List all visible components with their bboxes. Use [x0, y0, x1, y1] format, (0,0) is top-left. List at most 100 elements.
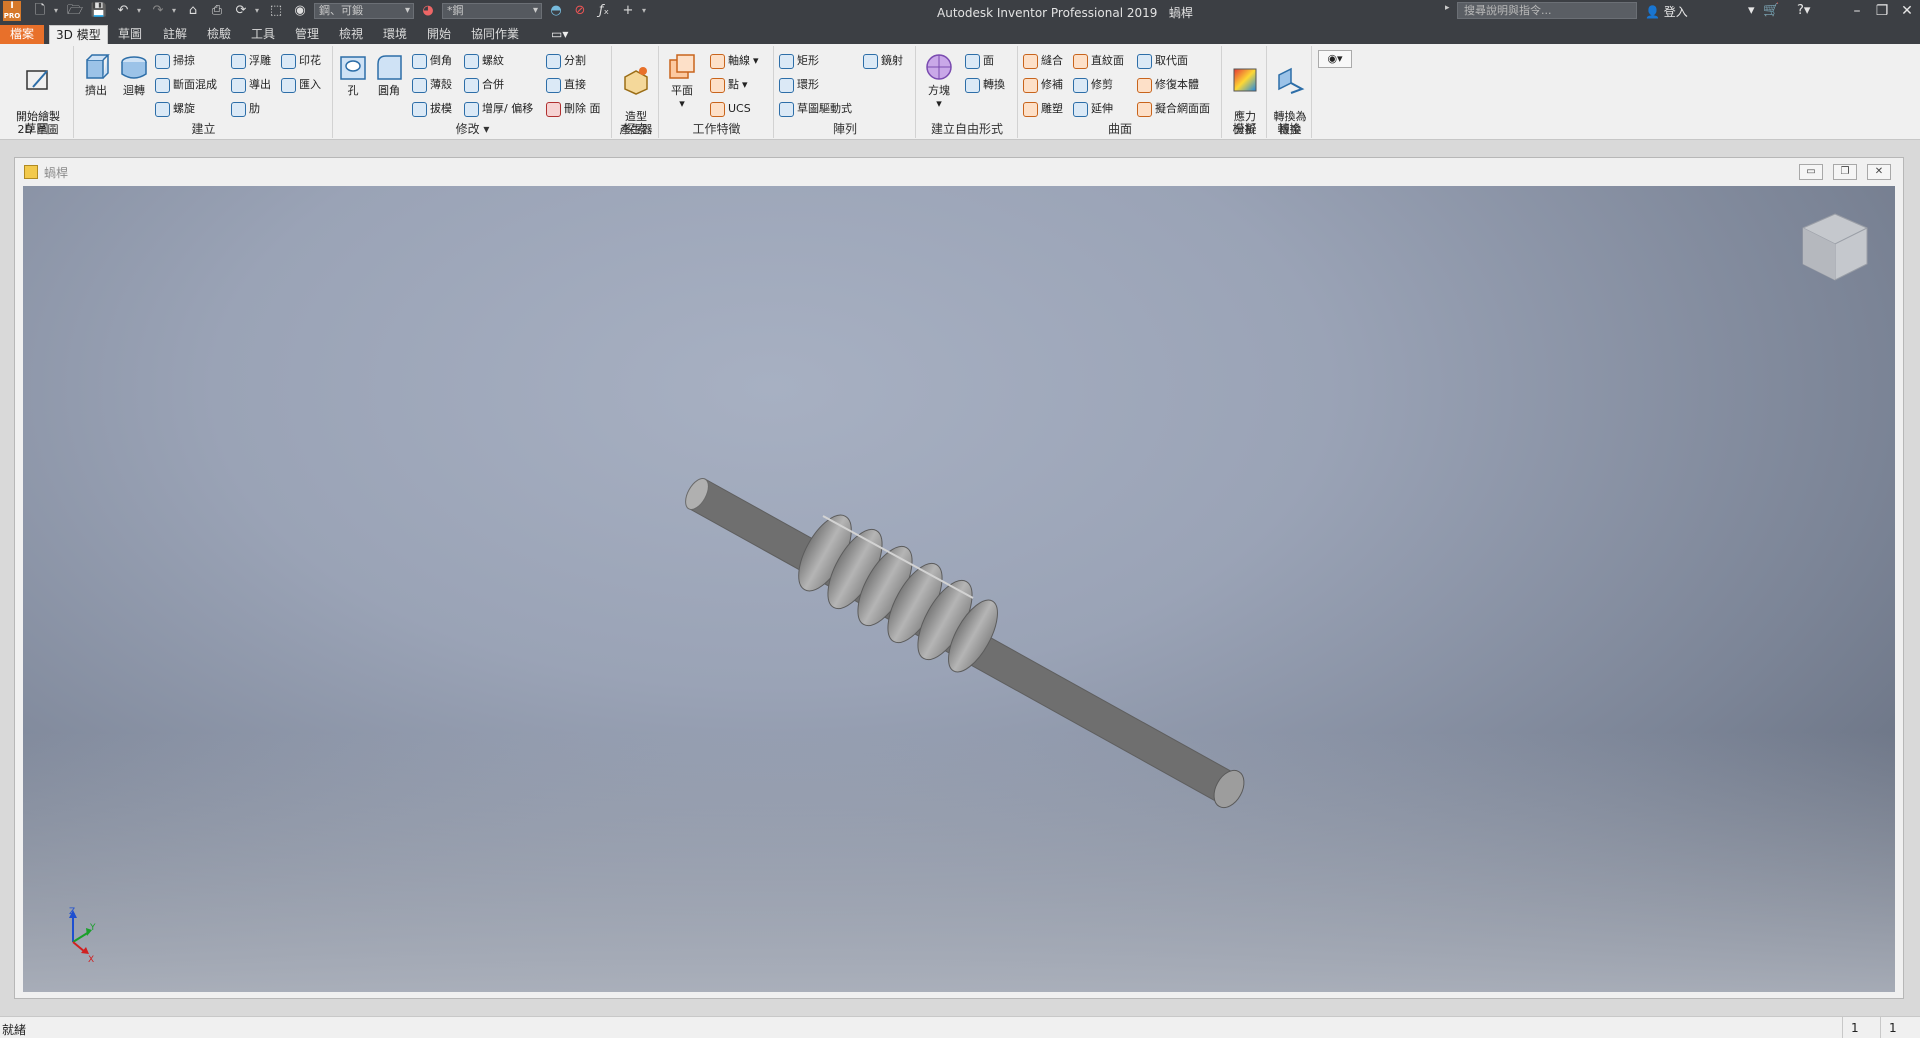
revolve-button[interactable]: 迴轉	[117, 52, 151, 97]
loft-button[interactable]: 斷面混成	[155, 76, 217, 94]
trim-button[interactable]: 修剪	[1073, 76, 1113, 94]
patch-button[interactable]: 修補	[1023, 76, 1063, 94]
import-button[interactable]: 匯入	[281, 76, 321, 94]
ribbon-options-dropdown-icon[interactable]: ◉▾	[1318, 50, 1352, 68]
tab-extra-dropdown-icon[interactable]: ▭▾	[545, 25, 574, 44]
select-icon[interactable]: ⬚	[266, 2, 286, 20]
tab-get-started[interactable]: 開始	[421, 25, 457, 44]
plane-button[interactable]: 平面 ▾	[664, 52, 700, 110]
account-dropdown-icon[interactable]: ▾	[1748, 2, 1755, 20]
search-expand-icon[interactable]: ▸	[1445, 3, 1450, 13]
sweep-button[interactable]: 掃掠	[155, 52, 195, 70]
fillet-button[interactable]: 圓角	[372, 52, 406, 97]
home-icon[interactable]: ⌂	[183, 2, 203, 20]
thread-button[interactable]: 螺紋	[464, 52, 504, 70]
update-icon[interactable]: ⟳	[231, 2, 251, 20]
help-search-input[interactable]: 搜尋說明與指令...	[1457, 2, 1637, 19]
stitch-button[interactable]: 縫合	[1023, 52, 1063, 70]
new-dropdown-icon[interactable]: ▾	[54, 2, 61, 20]
viewcube-icon[interactable]	[1795, 208, 1875, 298]
cart-icon[interactable]: 🛒	[1763, 2, 1779, 20]
help-icon[interactable]: ?▾	[1797, 2, 1810, 20]
doc-minimize-icon[interactable]: ▭	[1799, 164, 1823, 180]
direct-edit-button[interactable]: 直接	[546, 76, 586, 94]
3d-graphics-viewport[interactable]: Z Y X	[23, 186, 1895, 992]
save-icon[interactable]: 💾	[89, 2, 109, 20]
tab-3d-model[interactable]: 3D 模型	[49, 25, 108, 44]
freeform-dropdown-icon[interactable]: ▾	[936, 97, 942, 110]
ucs-button[interactable]: UCS	[710, 100, 751, 118]
appearance-combo[interactable]: *鋼	[442, 3, 542, 19]
split-button[interactable]: 分割	[546, 52, 586, 70]
tab-manage[interactable]: 管理	[289, 25, 325, 44]
combine-button[interactable]: 合併	[464, 76, 504, 94]
sculpt-button[interactable]: 雕塑	[1023, 100, 1063, 118]
point-button[interactable]: 點 ▾	[710, 76, 748, 94]
chamfer-button[interactable]: 倒角	[412, 52, 452, 70]
tab-inspect[interactable]: 檢驗	[201, 25, 237, 44]
freeform-box-button[interactable]: 方塊 ▾	[921, 52, 957, 110]
material-icon[interactable]: ◉	[290, 2, 310, 20]
delete-face-button[interactable]: 刪除 面	[546, 100, 601, 118]
close-icon[interactable]: ✕	[1894, 0, 1920, 22]
mirror-button[interactable]: 鏡射	[863, 52, 903, 70]
freeform-convert-button[interactable]: 轉換	[965, 76, 1005, 94]
inventor-logo-icon[interactable]: I PRO	[3, 1, 21, 21]
repair-bodies-button[interactable]: 修復本體	[1137, 76, 1199, 94]
print-icon[interactable]: ⎙	[207, 2, 227, 20]
tab-file[interactable]: 檔案	[0, 25, 44, 44]
plane-dropdown-icon[interactable]: ▾	[679, 97, 685, 110]
minimize-icon[interactable]: –	[1844, 0, 1870, 22]
adjust-appearance-icon[interactable]: ◓	[546, 2, 566, 20]
emboss-button[interactable]: 浮雕	[231, 52, 271, 70]
freeform-face-button[interactable]: 面	[965, 52, 994, 70]
sculpt-icon	[1023, 101, 1038, 117]
shell-button[interactable]: 薄殼	[412, 76, 452, 94]
redo-icon[interactable]: ↷	[148, 2, 168, 20]
tab-environments[interactable]: 環境	[377, 25, 413, 44]
revolve-icon	[121, 56, 147, 79]
parameters-fx-icon[interactable]: ƒₓ	[594, 2, 614, 20]
tab-collaborate[interactable]: 協同作業	[465, 25, 525, 44]
update-dropdown-icon[interactable]: ▾	[255, 2, 262, 20]
material-combo[interactable]: 鋼、可鍛	[314, 3, 414, 19]
ruled-surface-button[interactable]: 直紋面	[1073, 52, 1124, 70]
rectangular-pattern-button[interactable]: 矩形	[779, 52, 819, 70]
coil-button[interactable]: 螺旋	[155, 100, 195, 118]
circular-pattern-button[interactable]: 環形	[779, 76, 819, 94]
decal-button[interactable]: 印花	[281, 52, 321, 70]
appearance-icon[interactable]: ◕	[418, 2, 438, 20]
worm-shaft-model[interactable]	[23, 186, 1895, 992]
clear-appearance-icon[interactable]: ⊘	[570, 2, 590, 20]
sketch-driven-pattern-button[interactable]: 草圖驅動式	[779, 100, 852, 118]
thicken-offset-button[interactable]: 增厚/ 偏移	[464, 100, 533, 118]
panel-expand-icon[interactable]: ▾	[483, 122, 489, 136]
redo-dropdown-icon[interactable]: ▾	[172, 2, 179, 20]
extend-button[interactable]: 延伸	[1073, 100, 1113, 118]
sign-in-button[interactable]: 👤 登入	[1645, 3, 1688, 20]
rib-button[interactable]: 肋	[231, 100, 260, 118]
doc-close-icon[interactable]: ✕	[1867, 164, 1891, 180]
restore-icon[interactable]: ❐	[1869, 0, 1895, 22]
stitch-icon	[1023, 53, 1038, 69]
new-file-icon[interactable]: 🗋	[30, 2, 50, 20]
tab-annotate[interactable]: 註解	[157, 25, 193, 44]
tab-view[interactable]: 檢視	[333, 25, 369, 44]
hole-button[interactable]: 孔	[336, 52, 370, 97]
axis-button[interactable]: 軸線 ▾	[710, 52, 759, 70]
doc-restore-icon[interactable]: ❐	[1833, 164, 1857, 180]
measure-plus-icon[interactable]: +	[618, 2, 638, 20]
panel-title-modify[interactable]: 修改 ▾	[334, 120, 611, 137]
undo-dropdown-icon[interactable]: ▾	[137, 2, 144, 20]
tab-tools[interactable]: 工具	[245, 25, 281, 44]
replace-face-button[interactable]: 取代面	[1137, 52, 1188, 70]
tab-sketch[interactable]: 草圖	[112, 25, 148, 44]
open-folder-icon[interactable]: 🗁	[65, 2, 85, 20]
qat-customize-icon[interactable]: ▾	[642, 2, 649, 20]
derive-button[interactable]: 導出	[231, 76, 271, 94]
fit-mesh-face-button[interactable]: 擬合網面面	[1137, 100, 1210, 118]
draft-button[interactable]: 拔模	[412, 100, 452, 118]
delete-face-icon	[546, 101, 561, 117]
extrude-button[interactable]: 擠出	[79, 52, 113, 97]
undo-icon[interactable]: ↶	[113, 2, 133, 20]
